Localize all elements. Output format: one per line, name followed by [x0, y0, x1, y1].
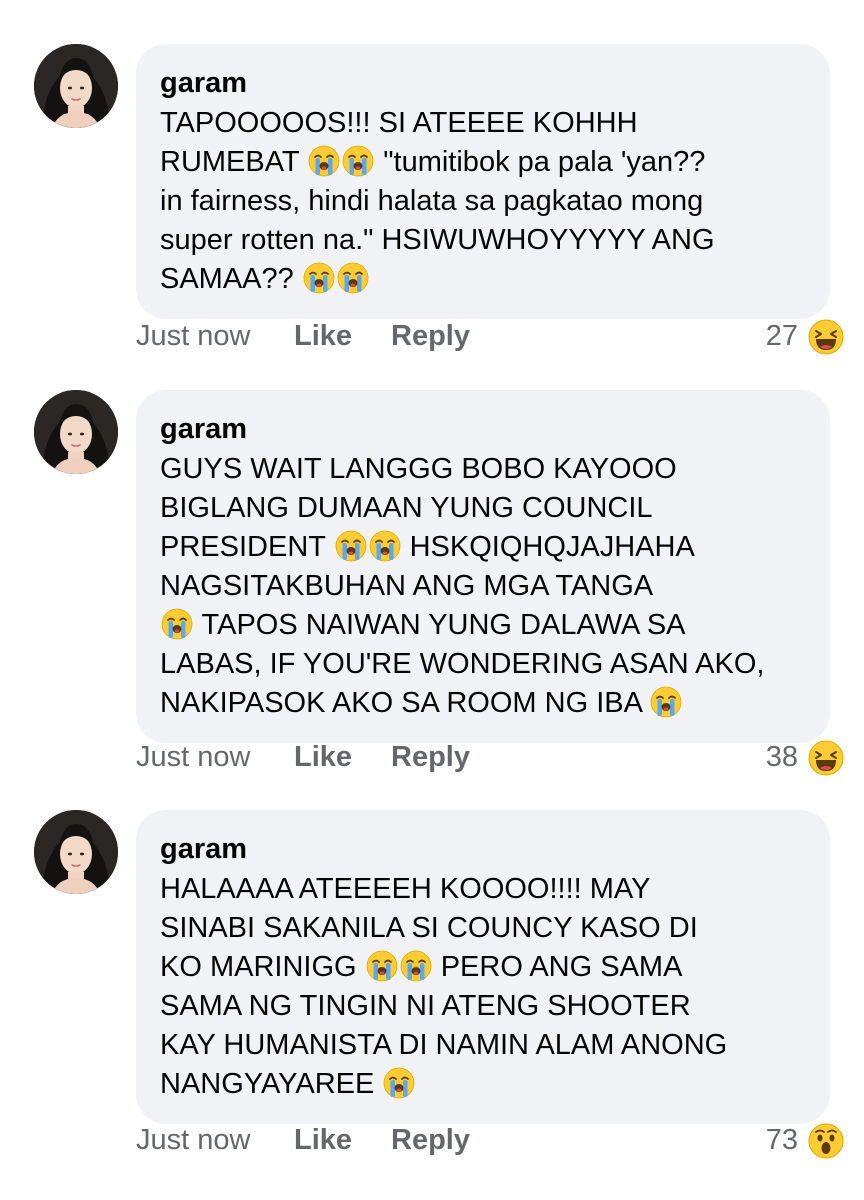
comment-actions: Just now Like Reply 73: [136, 1120, 844, 1160]
comment-bubble[interactable]: garam TAPOOOOOS!!! SI ATEEEE KOHHH RUMEBA…: [136, 44, 830, 319]
loudly-crying-face-icon: [161, 608, 193, 640]
reaction-count[interactable]: 73: [766, 1120, 798, 1160]
comment-actions: Just now Like Reply 38: [136, 737, 844, 777]
haha-reaction-icon[interactable]: [808, 740, 844, 776]
comment-text-segment: LABAS, IF YOU'RE WONDERING ASAN AKO,: [160, 648, 765, 680]
comment-text-segment: BIGLANG DUMAAN YUNG COUNCIL: [160, 492, 653, 524]
loudly-crying-face-icon: [650, 686, 682, 718]
comment-text-segment: SAMA NG TINGIN NI ATENG SHOOTER: [160, 990, 691, 1022]
comment-text-segment: TAPOS NAIWAN YUNG DALAWA SA: [194, 609, 686, 641]
comment-text-segment: HSKQIQHQJAJHAHA: [401, 531, 695, 563]
comment-timestamp[interactable]: Just now: [136, 737, 250, 777]
comment-text-segment: super rotten na." HSIWUWHOYYYYY ANG: [160, 224, 715, 256]
loudly-crying-face-icon: [366, 950, 398, 982]
comment-text-segment: NAGSITAKBUHAN ANG MGA TANGA: [160, 570, 654, 602]
like-button[interactable]: Like: [294, 737, 352, 777]
avatar[interactable]: [34, 44, 118, 128]
comment-text-segment: PERO ANG SAMA: [432, 951, 683, 983]
avatar[interactable]: [34, 390, 118, 474]
comment-text-segment: SAMAA??: [160, 263, 302, 295]
loudly-crying-face-icon: [369, 530, 401, 562]
comment-text-segment: KO MARINIGG: [160, 951, 365, 983]
comment-author[interactable]: garam: [160, 832, 806, 866]
comment-text: HALAAAA ATEEEEH KOOOO!!!! MAY SINABI SAKA…: [160, 870, 806, 1104]
comment-text-segment: KAY HUMANISTA DI NAMIN ALAM ANONG: [160, 1029, 728, 1061]
comment-text-segment: in fairness, hindi halata sa pagkatao mo…: [160, 185, 704, 217]
comment-text-segment: PRESIDENT: [160, 531, 334, 563]
comment-author[interactable]: garam: [160, 412, 806, 446]
comment-actions: Just now Like Reply 27: [136, 316, 844, 356]
wow-reaction-icon[interactable]: [808, 1123, 844, 1159]
loudly-crying-face-icon: [400, 950, 432, 982]
loudly-crying-face-icon: [303, 262, 335, 294]
comment-bubble[interactable]: garam GUYS WAIT LANGGG BOBO KAYOOO BIGLAN…: [136, 390, 830, 743]
comment-text-segment: GUYS WAIT LANGGG BOBO KAYOOO: [160, 453, 677, 485]
comment-text-segment: NANGYAYAREE: [160, 1068, 383, 1100]
comment-text-segment: RUMEBAT: [160, 146, 308, 178]
comment-timestamp[interactable]: Just now: [136, 316, 250, 356]
comment-text: TAPOOOOOS!!! SI ATEEEE KOHHH RUMEBAT "tum…: [160, 104, 806, 299]
loudly-crying-face-icon: [383, 1067, 415, 1099]
comment-timestamp[interactable]: Just now: [136, 1120, 250, 1160]
reply-button[interactable]: Reply: [391, 316, 470, 356]
comment-text: GUYS WAIT LANGGG BOBO KAYOOO BIGLANG DUMA…: [160, 450, 806, 723]
loudly-crying-face-icon: [342, 145, 374, 177]
reaction-count[interactable]: 38: [766, 737, 798, 777]
reply-button[interactable]: Reply: [391, 1120, 470, 1160]
loudly-crying-face-icon: [335, 530, 367, 562]
like-button[interactable]: Like: [294, 1120, 352, 1160]
comment-text-segment: "tumitibok pa pala 'yan??: [375, 146, 706, 178]
comment-author[interactable]: garam: [160, 66, 806, 100]
comment-text-segment: HALAAAA ATEEEEH KOOOO!!!! MAY: [160, 873, 651, 905]
reply-button[interactable]: Reply: [391, 737, 470, 777]
like-button[interactable]: Like: [294, 316, 352, 356]
reaction-count[interactable]: 27: [766, 316, 798, 356]
avatar[interactable]: [34, 810, 118, 894]
comment-text-segment: TAPOOOOOS!!! SI ATEEEE KOHHH: [160, 107, 638, 139]
comment-bubble[interactable]: garam HALAAAA ATEEEEH KOOOO!!!! MAY SINAB…: [136, 810, 830, 1124]
loudly-crying-face-icon: [308, 145, 340, 177]
comment-text-segment: SINABI SAKANILA SI COUNCY KASO DI: [160, 912, 698, 944]
loudly-crying-face-icon: [337, 262, 369, 294]
comment-text-segment: NAKIPASOK AKO SA ROOM NG IBA: [160, 687, 650, 719]
haha-reaction-icon[interactable]: [808, 319, 844, 355]
